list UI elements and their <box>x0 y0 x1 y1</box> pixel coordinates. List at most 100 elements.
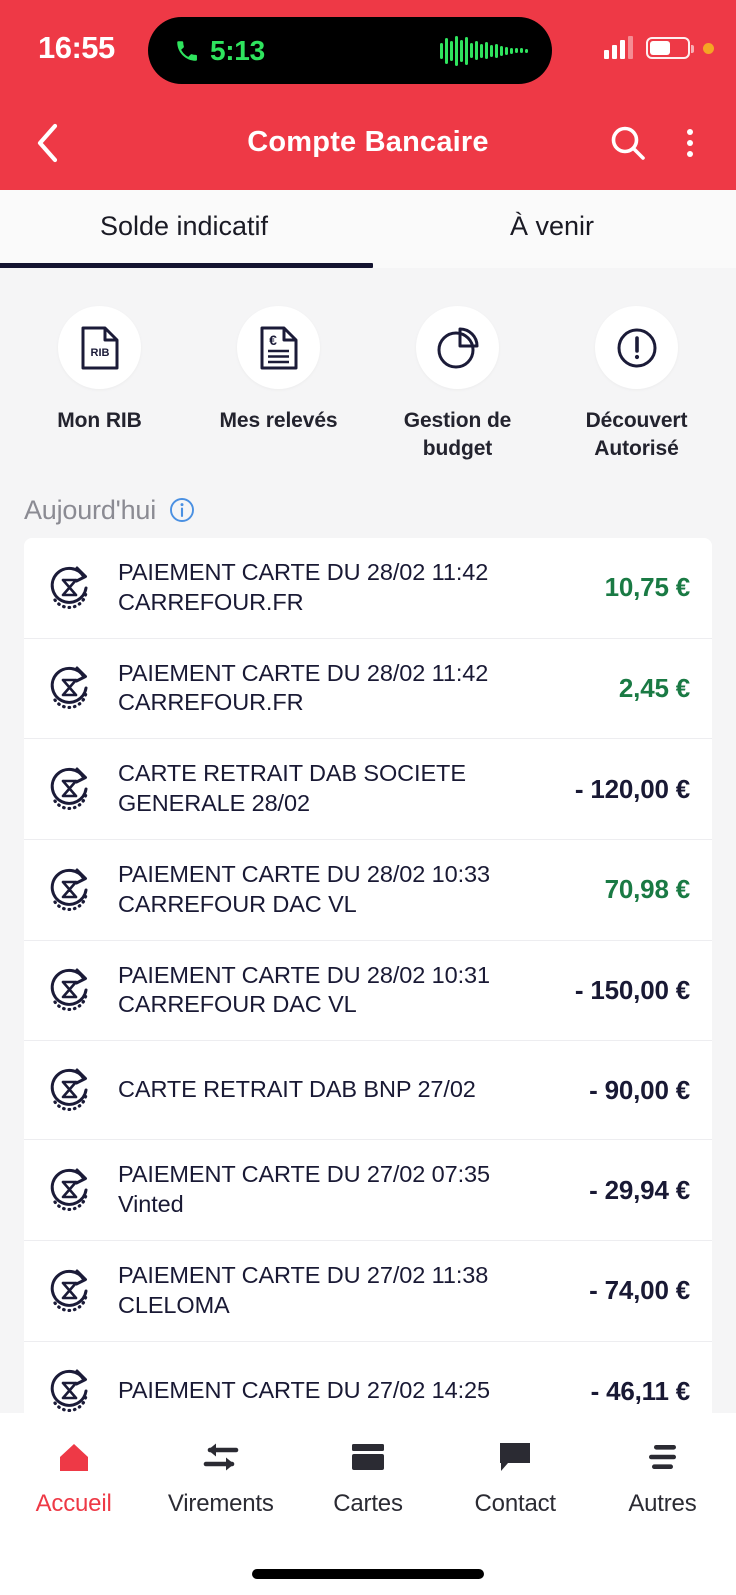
tab-label: Solde indicatif <box>99 210 269 241</box>
transaction-amount: 10,75 € <box>604 572 691 603</box>
transaction-amount: - 150,00 € <box>574 974 690 1005</box>
bottom-nav-item-autres[interactable]: Autres <box>589 1435 736 1553</box>
table-row[interactable]: PAIEMENT CARTE DU 28/02 11:42 CARREFOUR.… <box>24 538 712 639</box>
bottom-navigation-bar: Accueil Virements Cartes Contact Autres <box>0 1413 736 1595</box>
transaction-line-1: CARTE RETRAIT DAB SOCIETE <box>118 760 466 787</box>
svg-text:RIB: RIB <box>90 347 109 359</box>
info-circle-icon[interactable] <box>169 497 195 523</box>
table-row[interactable]: CARTE RETRAIT DAB BNP 27/02 - 90,00 € <box>24 1041 712 1141</box>
battery-icon <box>646 37 694 59</box>
pending-hourglass-icon <box>42 1263 98 1319</box>
bottom-nav-label: Autres <box>628 1490 697 1517</box>
bottom-nav-icon-wrap <box>642 1435 682 1479</box>
audio-waveform-icon <box>440 34 528 68</box>
bottom-nav-label: Accueil <box>35 1490 112 1517</box>
tab-solde-indicatif[interactable]: Solde indicatif <box>0 190 373 268</box>
transaction-line-2: CARREFOUR.FR <box>118 588 304 615</box>
bottom-nav-icon-wrap <box>495 1435 535 1479</box>
transaction-line-1: PAIEMENT CARTE DU 27/02 14:25 <box>118 1377 490 1404</box>
quick-action-icon-wrap: RIB <box>58 306 141 389</box>
back-button[interactable] <box>24 120 70 166</box>
transaction-amount: - 90,00 € <box>589 1074 690 1105</box>
transaction-description: PAIEMENT CARTE DU 28/02 11:42 CARREFOUR.… <box>118 558 605 618</box>
quick-actions-row: RIB Mon RIB € Mes relevés Gestion de bud… <box>0 268 736 481</box>
transaction-line-2: Vinted <box>118 1191 184 1218</box>
bottom-nav-item-cartes[interactable]: Cartes <box>294 1435 441 1553</box>
credit-card-icon <box>352 1444 384 1470</box>
bottom-nav-label: Cartes <box>333 1490 403 1517</box>
section-title: Aujourd'hui <box>24 494 157 525</box>
table-row[interactable]: PAIEMENT CARTE DU 27/02 11:38 CLELOMA - … <box>24 1241 712 1342</box>
phone-call-icon <box>177 40 197 61</box>
transaction-line-1: PAIEMENT CARTE DU 28/02 11:42 <box>118 659 489 686</box>
transaction-description: CARTE RETRAIT DAB SOCIETE GENERALE 28/02 <box>118 759 575 819</box>
quick-action-label: Mon RIB <box>57 409 142 432</box>
table-row[interactable]: CARTE RETRAIT DAB SOCIETE GENERALE 28/02… <box>24 739 712 840</box>
pending-hourglass-icon <box>42 1062 98 1118</box>
status-bar-indicators <box>604 32 714 64</box>
pending-hourglass-icon <box>42 962 98 1018</box>
more-lines-icon <box>649 1445 677 1469</box>
home-indicator-bar[interactable] <box>252 1569 484 1579</box>
chevron-left-icon <box>37 123 58 162</box>
table-row[interactable]: PAIEMENT CARTE DU 28/02 10:31 CARREFOUR … <box>24 941 712 1042</box>
bottom-nav-label: Virements <box>167 1490 274 1517</box>
overflow-menu-button[interactable] <box>668 121 712 165</box>
bottom-nav-icon-wrap <box>200 1435 242 1479</box>
svg-text:€: € <box>269 332 277 348</box>
home-indicator <box>0 1553 736 1595</box>
cellular-signal-icon <box>604 36 633 59</box>
table-row[interactable]: PAIEMENT CARTE DU 27/02 07:35 Vinted - 2… <box>24 1140 712 1241</box>
pending-hourglass-icon <box>42 761 98 817</box>
transactions-section-header: Aujourd'hui <box>0 480 736 538</box>
transaction-amount: 70,98 € <box>604 874 691 905</box>
navigation-bar: Compte Bancaire <box>0 95 736 190</box>
quick-action-mon-rib[interactable]: RIB Mon RIB <box>10 306 189 463</box>
transaction-amount: 2,45 € <box>618 672 690 703</box>
transaction-amount: - 29,94 € <box>589 1174 690 1205</box>
quick-action-label: Mes relevés <box>219 409 338 432</box>
table-row[interactable]: PAIEMENT CARTE DU 28/02 11:42 CARREFOUR.… <box>24 639 712 740</box>
call-duration: 5:13 <box>210 34 265 66</box>
quick-action-gestion-de-budget[interactable]: Gestion de budget <box>368 306 547 463</box>
table-row[interactable]: PAIEMENT CARTE DU 28/02 10:33 CARREFOUR … <box>24 840 712 941</box>
dynamic-island-call-pill[interactable]: 5:13 <box>148 17 552 84</box>
tab-a-venir[interactable]: À venir <box>368 190 736 268</box>
bottom-nav-label: Contact <box>474 1490 557 1517</box>
transaction-line-2: GENERALE 28/02 <box>118 790 310 817</box>
transaction-description: PAIEMENT CARTE DU 27/02 11:38 CLELOMA <box>118 1261 589 1321</box>
quick-action-icon-wrap: € <box>237 306 320 389</box>
transaction-line-1: PAIEMENT CARTE DU 28/02 10:31 <box>118 961 490 988</box>
tab-bar: Solde indicatif À venir <box>0 190 736 268</box>
bottom-nav-icon-wrap <box>348 1435 388 1479</box>
search-button[interactable] <box>606 121 650 165</box>
quick-action-icon-wrap <box>416 306 499 389</box>
transaction-line-2: CARREFOUR DAC VL <box>118 890 357 917</box>
quick-action-mes-releves[interactable]: € Mes relevés <box>189 306 368 463</box>
bottom-nav-item-virements[interactable]: Virements <box>147 1435 294 1553</box>
transactions-list: PAIEMENT CARTE DU 28/02 11:42 CARREFOUR.… <box>24 537 712 1441</box>
pending-hourglass-icon <box>42 560 98 616</box>
transaction-line-1: PAIEMENT CARTE DU 28/02 11:42 <box>118 558 489 585</box>
transaction-line-1: CARTE RETRAIT DAB BNP 27/02 <box>118 1076 476 1103</box>
bottom-nav-item-accueil[interactable]: Accueil <box>0 1435 147 1553</box>
tab-label: À venir <box>509 210 595 241</box>
exclamation-circle-icon <box>617 328 656 367</box>
header-actions <box>606 121 712 165</box>
quick-action-decouvert-autorise[interactable]: Découvert Autorisé <box>547 306 726 463</box>
bottom-nav-item-contact[interactable]: Contact <box>442 1435 589 1553</box>
pie-chart-icon <box>437 327 478 368</box>
search-icon <box>611 126 645 160</box>
kebab-menu-icon <box>687 128 693 157</box>
transaction-line-2: CLELOMA <box>118 1291 230 1318</box>
quick-action-label: Découvert Autorisé <box>585 409 688 460</box>
transaction-description: PAIEMENT CARTE DU 28/02 10:31 CARREFOUR … <box>118 961 575 1021</box>
transaction-description: PAIEMENT CARTE DU 27/02 14:25 <box>118 1376 591 1406</box>
status-bar-clock: 16:55 <box>38 30 115 65</box>
app-header: 16:55 5:13 Compte Bancaire <box>0 0 736 190</box>
app-screen: 16:55 5:13 Compte Bancaire Solde indicat… <box>0 0 736 1595</box>
pending-hourglass-icon <box>42 1162 98 1218</box>
pending-hourglass-icon <box>42 862 98 918</box>
home-icon <box>59 1444 88 1471</box>
transaction-description: PAIEMENT CARTE DU 28/02 11:42 CARREFOUR.… <box>118 659 619 719</box>
